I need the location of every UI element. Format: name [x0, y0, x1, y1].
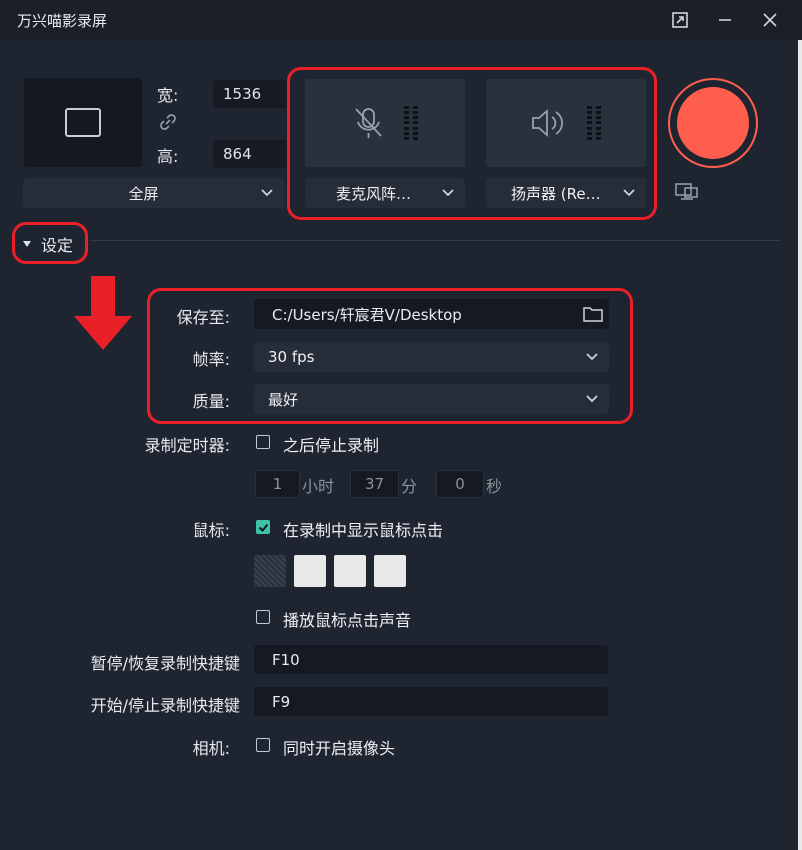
record-dot-icon	[677, 87, 749, 159]
settings-divider	[90, 240, 780, 241]
click-style-option-2[interactable]	[294, 555, 326, 587]
caret-down-icon	[23, 241, 31, 247]
monitor-icon	[675, 183, 698, 200]
chevron-down-icon	[260, 186, 274, 204]
save-to-label: 保存至:	[176, 308, 230, 327]
timer-label: 录制定时器:	[144, 436, 230, 455]
start-hotkey-input[interactable]: F9	[254, 687, 608, 716]
record-button[interactable]	[668, 78, 758, 168]
camera-checkbox[interactable]	[256, 738, 270, 752]
start-hotkey-value: F9	[272, 692, 291, 711]
close-button[interactable]	[759, 9, 781, 31]
folder-icon[interactable]	[583, 305, 603, 323]
click-style-option-4[interactable]	[374, 555, 406, 587]
quality-label: 质量:	[192, 392, 230, 411]
fps-dropdown[interactable]: 30 fps	[254, 342, 609, 372]
show-clicks-checkbox[interactable]	[256, 520, 270, 534]
timer-hours-unit: 小时	[302, 477, 335, 496]
screen-region-icon	[65, 108, 101, 137]
camera-label: 相机:	[192, 739, 230, 758]
stop-after-checkbox[interactable]	[256, 435, 270, 449]
click-style-option-1[interactable]	[254, 555, 286, 587]
aspect-lock-button[interactable]	[158, 112, 178, 136]
settings-toggle-label: 设定	[41, 236, 74, 255]
click-sound-checkbox[interactable]	[256, 610, 270, 624]
close-icon	[763, 13, 777, 27]
timer-seconds-unit: 秒	[486, 477, 503, 496]
fps-label: 帧率:	[192, 350, 230, 369]
save-path-value: C:/Users/轩宸君V/Desktop	[272, 305, 462, 324]
chevron-down-icon	[585, 392, 599, 410]
timer-hours-input[interactable]: 1	[255, 470, 300, 498]
stop-after-label: 之后停止录制	[283, 436, 380, 455]
quality-value: 最好	[268, 390, 299, 409]
capture-area-button[interactable]	[24, 78, 142, 167]
height-label: 高:	[157, 147, 179, 166]
timer-minutes-input[interactable]: 37	[350, 470, 399, 498]
pause-hotkey-value: F10	[272, 650, 300, 669]
capture-mode-dropdown[interactable]: 全屏	[23, 178, 284, 208]
red-down-arrow-icon	[74, 276, 132, 350]
display-select-button[interactable]	[675, 182, 699, 206]
timer-minutes-unit: 分	[401, 477, 418, 496]
timer-seconds-input[interactable]: 0	[436, 470, 484, 498]
show-clicks-label: 在录制中显示鼠标点击	[283, 521, 444, 540]
click-style-option-3[interactable]	[334, 555, 366, 587]
settings-toggle[interactable]: 设定	[22, 232, 73, 256]
start-hotkey-label: 开始/停止录制快捷键	[90, 696, 240, 715]
height-input[interactable]: 864	[213, 140, 287, 168]
width-input[interactable]: 1536	[213, 80, 287, 108]
check-icon	[258, 523, 268, 532]
mouse-label: 鼠标:	[192, 521, 230, 540]
chevron-down-icon	[585, 350, 599, 368]
minimize-icon	[719, 19, 731, 21]
pause-hotkey-label: 暂停/恢复录制快捷键	[90, 654, 240, 673]
pause-hotkey-input[interactable]: F10	[254, 645, 608, 674]
width-label: 宽:	[157, 86, 179, 105]
link-icon	[160, 114, 176, 130]
camera-check-label: 同时开启摄像头	[283, 739, 396, 758]
background-window-edge	[798, 40, 802, 850]
save-path-field[interactable]: C:/Users/轩宸君V/Desktop	[254, 299, 609, 329]
window-title: 万兴喵影录屏	[17, 12, 108, 30]
quality-dropdown[interactable]: 最好	[254, 384, 609, 414]
capture-mode-value: 全屏	[128, 184, 159, 203]
fps-value: 30 fps	[268, 348, 315, 366]
click-sound-label: 播放鼠标点击声音	[283, 611, 412, 630]
audio-highlight-box	[287, 67, 657, 220]
restore-button[interactable]	[669, 9, 691, 31]
minimize-button[interactable]	[714, 9, 736, 31]
resize-icon	[672, 12, 688, 28]
